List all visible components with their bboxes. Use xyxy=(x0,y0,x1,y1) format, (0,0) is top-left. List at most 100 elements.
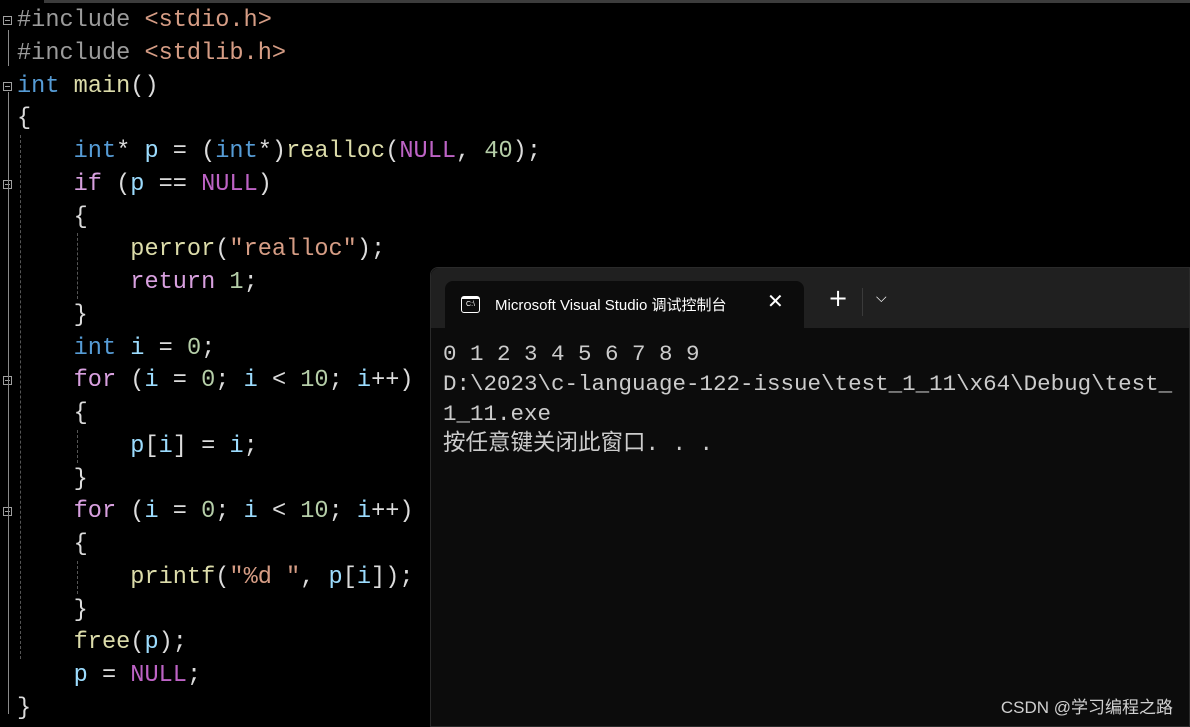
code-line: p[i] = i; xyxy=(17,430,258,463)
token-plain: { xyxy=(17,531,88,559)
code-line: printf("%d ", p[i]); xyxy=(17,561,413,594)
terminal-window[interactable]: C:\ Microsoft Visual Studio 调试控制台 ✕ + ⌵ … xyxy=(430,267,1190,727)
close-tab-icon[interactable]: ✕ xyxy=(767,289,784,313)
code-line: { xyxy=(17,397,88,430)
output-line: 按任意键关闭此窗口. . . xyxy=(443,431,714,457)
terminal-output[interactable]: 0 1 2 3 4 5 6 7 8 9 D:\2023\c-language-12… xyxy=(443,339,1173,459)
token-plain: ; xyxy=(215,367,244,395)
token-plain: = xyxy=(87,662,131,690)
token-function: printf xyxy=(130,563,216,591)
token-include_path: <stdlib.h> xyxy=(144,39,287,67)
token-plain: ); xyxy=(158,629,187,657)
outline-line xyxy=(8,91,9,714)
token-plain: ( xyxy=(130,629,145,657)
token-function: realloc xyxy=(286,138,386,166)
code-line: if (p == NULL) xyxy=(17,168,272,201)
token-variable: i xyxy=(356,367,372,395)
token-keyword: int xyxy=(73,334,117,362)
code-line: free(p); xyxy=(17,626,187,659)
token-control: return xyxy=(130,269,216,297)
output-line: 0 1 2 3 4 5 6 7 8 9 xyxy=(443,341,700,367)
code-line: perror("realloc"); xyxy=(17,233,385,266)
code-line: { xyxy=(17,528,88,561)
token-keyword: int xyxy=(215,138,258,166)
token-variable: p xyxy=(144,629,159,657)
editor-top-border xyxy=(44,0,1190,3)
token-plain: == xyxy=(144,170,202,198)
token-plain: = ( xyxy=(158,138,216,166)
token-variable: i xyxy=(144,498,159,526)
token-plain: ( xyxy=(116,367,145,395)
token-plain: ; xyxy=(328,367,357,395)
code-line: for (i = 0; i < 10; i++) xyxy=(17,364,414,397)
code-line: #include <stdio.h> xyxy=(17,4,272,37)
token-variable: i xyxy=(243,498,258,526)
token-plain: ( xyxy=(101,170,131,198)
token-preprocessor: #include xyxy=(17,39,145,67)
token-plain: *) xyxy=(257,138,287,166)
token-plain: ); xyxy=(356,236,386,264)
token-plain: } xyxy=(17,301,88,329)
output-line: D:\2023\c-language-122-issue\test_1_11\x… xyxy=(443,371,1173,427)
token-plain: ++) xyxy=(371,367,414,395)
token-plain: ) xyxy=(257,170,272,198)
token-plain: ; xyxy=(215,498,244,526)
fold-toggle-icon[interactable] xyxy=(3,81,12,91)
token-variable: p xyxy=(328,563,343,591)
token-variable: p xyxy=(73,662,88,690)
token-number: 0 xyxy=(186,334,202,362)
token-plain: , xyxy=(300,563,329,591)
code-line: } xyxy=(17,594,88,627)
token-keyword: int xyxy=(73,138,117,166)
fold-toggle-icon[interactable] xyxy=(3,16,12,25)
code-line: return 1; xyxy=(17,266,257,299)
token-plain: ; xyxy=(186,662,202,690)
terminal-tab[interactable]: C:\ Microsoft Visual Studio 调试控制台 ✕ xyxy=(445,281,804,328)
token-plain: { xyxy=(17,400,88,428)
token-plain: [ xyxy=(342,563,357,591)
token-control: if xyxy=(73,170,102,198)
token-variable: i xyxy=(229,432,244,460)
token-plain: * xyxy=(116,138,145,166)
code-line: #include <stdlib.h> xyxy=(17,37,286,70)
chevron-down-icon[interactable]: ⌵ xyxy=(876,290,887,306)
token-include_path: <stdio.h> xyxy=(144,7,272,34)
code-line: } xyxy=(17,692,31,725)
token-control: for xyxy=(73,367,117,395)
token-plain: } xyxy=(17,465,88,493)
token-plain: ; xyxy=(243,432,258,460)
tab-title: Microsoft Visual Studio 调试控制台 xyxy=(495,297,727,314)
new-tab-icon[interactable]: + xyxy=(828,286,848,310)
token-plain: ; xyxy=(201,334,216,362)
token-plain: ; xyxy=(328,498,357,526)
token-variable: i xyxy=(130,334,145,362)
token-plain: ( xyxy=(116,498,145,526)
token-keyword: int xyxy=(17,72,60,100)
tab-separator xyxy=(862,288,863,316)
token-number: 10 xyxy=(300,367,329,395)
token-variable: i xyxy=(144,367,159,395)
code-line: int i = 0; xyxy=(17,332,216,365)
code-line: } xyxy=(17,463,88,496)
code-line: { xyxy=(17,201,88,234)
token-variable: i xyxy=(243,367,258,395)
token-plain: ( xyxy=(215,563,230,591)
token-number: 0 xyxy=(201,498,216,526)
token-plain: = xyxy=(144,334,187,362)
code-line: int main() xyxy=(17,70,159,103)
token-string: "realloc" xyxy=(229,236,357,264)
token-number: 0 xyxy=(201,367,216,395)
token-function: perror xyxy=(130,236,216,264)
token-variable: p xyxy=(130,432,145,460)
token-plain: } xyxy=(17,694,32,722)
terminal-tab-bar: C:\ Microsoft Visual Studio 调试控制台 ✕ + ⌵ xyxy=(431,268,1189,328)
